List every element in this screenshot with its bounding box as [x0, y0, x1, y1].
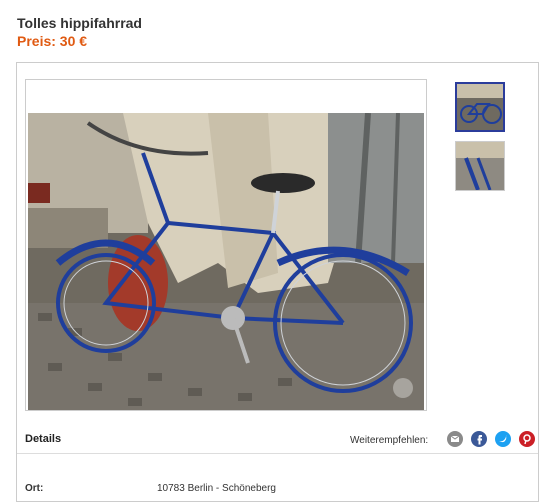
main-photo[interactable] [28, 113, 424, 411]
facebook-icon[interactable] [471, 431, 487, 447]
twitter-icon[interactable] [495, 431, 511, 447]
image-gallery[interactable] [25, 79, 427, 411]
pinterest-icon[interactable] [519, 431, 535, 447]
email-icon[interactable] [447, 431, 463, 447]
zoom-icon[interactable] [393, 378, 413, 398]
details-divider [17, 453, 538, 454]
detail-label-location: Ort: [25, 483, 44, 494]
thumbnail-1[interactable] [455, 82, 505, 132]
listing-title: Tolles hippifahrrad [17, 15, 142, 31]
thumbnail-2[interactable] [455, 141, 505, 191]
thumbnail-2-image [456, 142, 504, 190]
share-label: Weiterempfehlen: [350, 435, 429, 446]
details-heading: Details [25, 433, 62, 445]
detail-value-location: 10783 Berlin - Schöneberg [157, 483, 276, 494]
listing-price: Preis: 30 € [17, 33, 88, 49]
thumbnail-1-image [457, 84, 503, 130]
